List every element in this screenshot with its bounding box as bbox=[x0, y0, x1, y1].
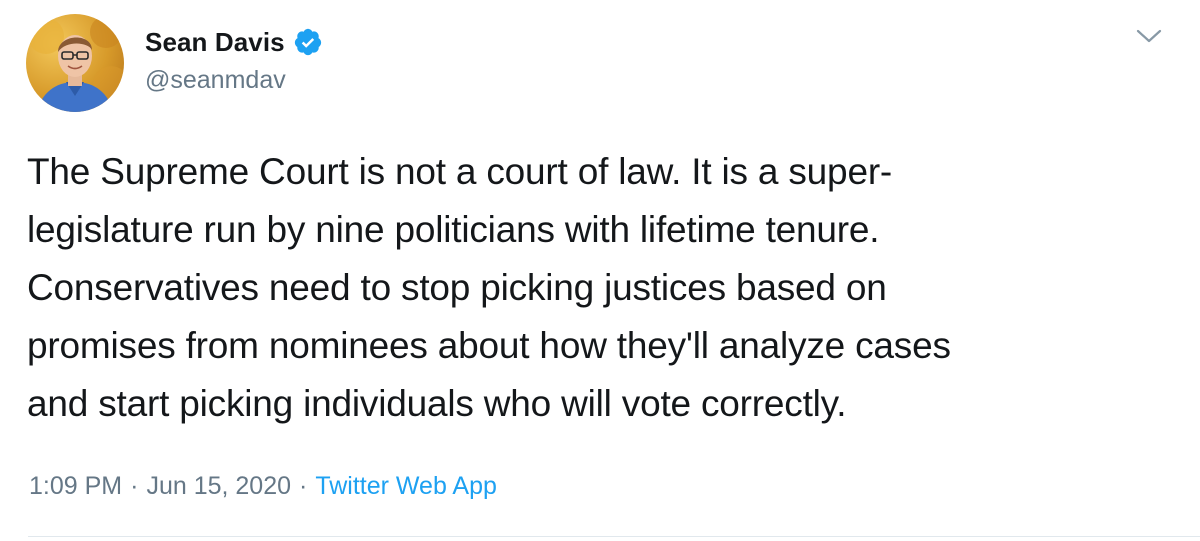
author-handle[interactable]: @seanmdav bbox=[145, 66, 286, 95]
tweet-card: Sean Davis @seanmdav The Supreme Court i… bbox=[0, 0, 1200, 541]
tweet-text: The Supreme Court is not a court of law.… bbox=[27, 151, 951, 424]
verified-badge-icon bbox=[293, 27, 323, 57]
avatar[interactable] bbox=[26, 14, 124, 112]
tweet-time[interactable]: 1:09 PM bbox=[29, 472, 122, 501]
meta-separator: · bbox=[299, 472, 308, 500]
display-name[interactable]: Sean Davis bbox=[145, 27, 285, 58]
author-name-row[interactable]: Sean Davis bbox=[145, 24, 323, 60]
tweet-source-link[interactable]: Twitter Web App bbox=[315, 472, 497, 501]
divider bbox=[28, 536, 1200, 537]
tweet-date[interactable]: Jun 15, 2020 bbox=[146, 472, 291, 501]
chevron-down-icon[interactable] bbox=[1136, 26, 1162, 46]
meta-separator: · bbox=[130, 472, 139, 500]
tweet-meta: 1:09 PM · Jun 15, 2020 · Twitter Web App bbox=[29, 472, 497, 501]
